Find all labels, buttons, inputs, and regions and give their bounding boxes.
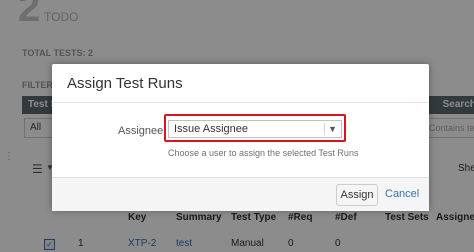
dialog-title: Assign Test Runs bbox=[67, 75, 183, 92]
assign-test-runs-dialog: Assign Test Runs Assignee Issue Assignee… bbox=[52, 64, 429, 211]
assign-button[interactable]: Assign bbox=[336, 184, 378, 206]
chevron-down-icon[interactable]: ▼ bbox=[328, 121, 337, 137]
assignee-label: Assignee bbox=[118, 125, 164, 137]
assignee-select-value: Issue Assignee bbox=[174, 123, 248, 135]
dialog-header-divider bbox=[52, 102, 429, 103]
assignee-select[interactable]: Issue Assignee ▼ bbox=[168, 120, 342, 138]
select-divider bbox=[324, 123, 325, 135]
cancel-link[interactable]: Cancel bbox=[385, 188, 419, 200]
assignee-help-text: Choose a user to assign the selected Tes… bbox=[168, 148, 359, 158]
dialog-footer: Assign Cancel bbox=[52, 177, 429, 211]
